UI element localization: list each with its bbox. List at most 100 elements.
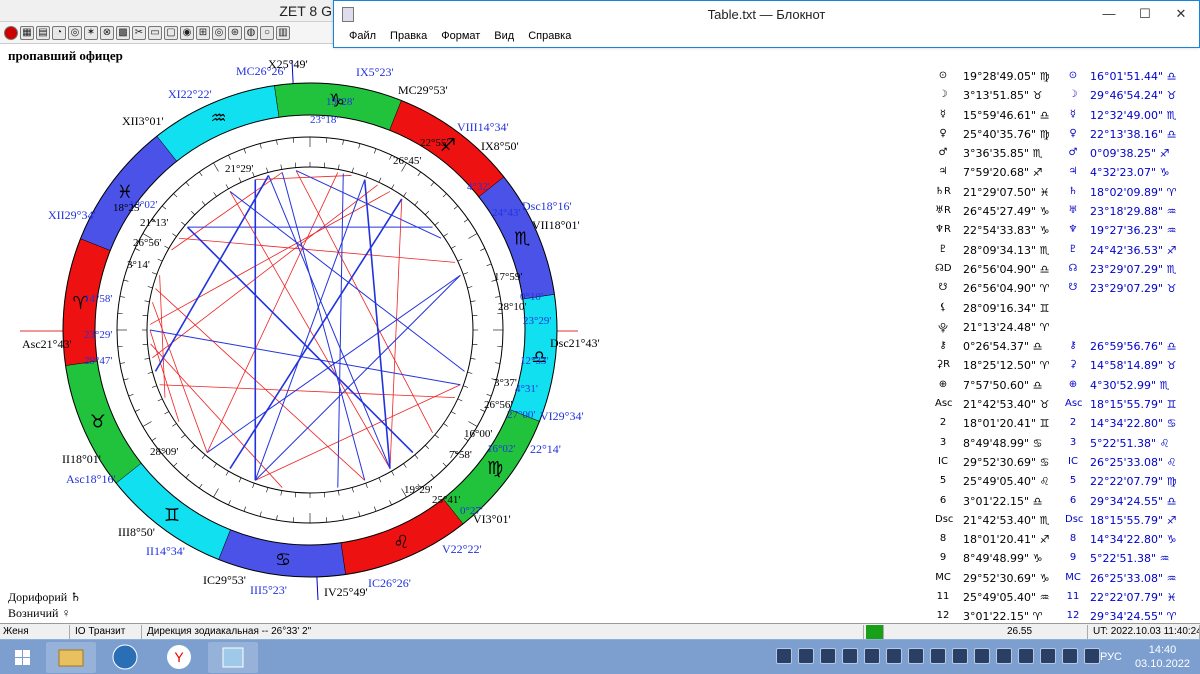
keyboard-icon[interactable] [776, 648, 792, 664]
transit-glyph: ♆ [1068, 224, 1078, 236]
transit-glyph: ☿ [1069, 108, 1077, 120]
book-icon[interactable]: ▥ [276, 25, 290, 40]
spiral-icon[interactable]: ◍ [244, 25, 258, 40]
natal-glyph: 12 [936, 610, 950, 622]
planet-label: 28°09' [150, 446, 178, 458]
transit-glyph: ⊕ [1068, 378, 1078, 390]
status-name: Женя [0, 625, 70, 639]
wheel-icon[interactable]: ⊛ [228, 25, 242, 40]
table-row: ⊙ 19°28'49.05" ♍ ⊙ 16°01'51.44" ♎ [935, 70, 1200, 89]
yandex-button[interactable]: Y [154, 642, 204, 673]
natal-position: 25°49'05.40" ♒ [963, 591, 1050, 605]
tray-app-icon[interactable] [820, 648, 836, 664]
minimize-button[interactable]: — [1091, 1, 1127, 29]
menu-format[interactable]: Формат [434, 30, 487, 42]
planet-label: 19°28' [326, 96, 354, 108]
notepad-taskbar-button[interactable] [208, 642, 258, 673]
natal-glyph: ⊙ [938, 70, 948, 81]
horoscope-wheel[interactable]: ♈♉♊♋♌♍♎♏♐♑♒♓ MC26°26'X25°49'IX5°23'MC29°… [0, 44, 620, 624]
natal-position: 21°13'24.48" ♈ [963, 320, 1050, 334]
planet-label: 21°13' [140, 217, 168, 229]
transit-position: 5°22'51.38" ♌ [1090, 436, 1170, 450]
table-row: ⚷ 0°26'54.37" ♎ ⚷ 26°59'56.76" ♎ [935, 340, 1200, 359]
cross-icon[interactable]: ⊞ [196, 25, 210, 40]
table-row: ⚳R 18°25'12.50" ♈ ⚳ 14°58'14.89" ♉ [935, 359, 1200, 378]
tray-app-icon[interactable] [996, 648, 1012, 664]
house-cusp-label: IC29°53' [203, 573, 246, 587]
exit-icon[interactable] [4, 25, 18, 40]
transit-glyph: ♀ [1069, 127, 1077, 139]
transit-glyph: ☊ [1068, 262, 1078, 274]
grid-icon[interactable]: ▩ [116, 25, 130, 40]
tray-app-icon[interactable] [1018, 648, 1034, 664]
network-icon[interactable] [1062, 648, 1078, 664]
planet-label: 26°45' [393, 155, 421, 167]
transit-position: 23°29'07.29" ♉ [1090, 282, 1177, 296]
natal-glyph: ☊D [935, 262, 952, 274]
transit-position: 14°34'22.80" ♑ [1090, 533, 1177, 547]
planet-label: 28°10' [498, 301, 526, 313]
volume-icon[interactable] [1084, 648, 1100, 664]
notepad-window[interactable]: Table.txt — Блокнот — ☐ ✕ Файл Правка Фо… [333, 0, 1200, 48]
table-icon[interactable]: ▦ [20, 25, 34, 40]
planet-label: 12°33' [520, 355, 548, 367]
tray-app-icon[interactable] [952, 648, 968, 664]
cards-icon[interactable]: ▢ [164, 25, 178, 40]
transit-glyph: MC [1065, 571, 1081, 583]
tray-app-icon[interactable] [864, 648, 880, 664]
house-cusp-label: III5°23' [250, 583, 287, 597]
start-button[interactable] [4, 642, 42, 673]
close-button[interactable]: ✕ [1163, 1, 1199, 29]
house-cusp-label: X25°49' [268, 57, 308, 71]
table-row: ☋ 26°56'04.90" ♈ ☋ 23°29'07.29" ♉ [935, 282, 1200, 301]
natal-position: 7°57'50.60" ♎ [963, 378, 1043, 392]
house-cusp-label: Asc21°43' [22, 337, 72, 351]
table-row: ♃ 7°59'20.68" ♐ ♃ 4°32'23.07" ♑ [935, 166, 1200, 185]
clock[interactable]: 14:40 03.10.2022 [1135, 643, 1190, 671]
tray-app-icon[interactable] [930, 648, 946, 664]
house-cusp-label: MC29°53' [398, 83, 448, 97]
language-indicator[interactable]: РУС [1100, 651, 1122, 663]
menu-help[interactable]: Справка [521, 30, 578, 42]
status-direction: Дирекция зодиакальная -- 26°33' 2" [144, 625, 864, 639]
natal-glyph: ☽ [938, 89, 948, 101]
table-row: ♇ 28°09'34.13" ♏ ♇ 24°42'36.53" ♐ [935, 244, 1200, 263]
sign-glyph: ♊ [164, 505, 180, 526]
target-icon[interactable]: ◎ [212, 25, 226, 40]
flag-icon[interactable] [1040, 648, 1056, 664]
window-icon[interactable]: ▭ [148, 25, 162, 40]
eye-icon[interactable]: ◉ [180, 25, 194, 40]
planet-label: 17°59' [494, 271, 522, 283]
tray-app-icon[interactable] [842, 648, 858, 664]
table-row: Asc 21°42'53.40" ♉ Asc 18°15'55.79" ♊ [935, 398, 1200, 417]
zet-app-icon [112, 644, 138, 670]
natal-position: 21°42'53.40" ♉ [963, 398, 1050, 412]
aspects-icon[interactable]: ✶ [84, 25, 98, 40]
system-tray [776, 648, 1100, 664]
tray-app-icon[interactable] [974, 648, 990, 664]
zet-taskbar-button[interactable] [100, 642, 150, 673]
notepad-titlebar[interactable]: Table.txt — Блокнот — ☐ ✕ [334, 1, 1199, 29]
planet-label: 23°29' [523, 315, 551, 327]
house-cusp-label: III8°50' [118, 525, 155, 539]
sign-glyph: ♋ [275, 549, 291, 570]
natal-glyph: ♂ [938, 147, 948, 159]
menu-edit[interactable]: Правка [383, 30, 434, 42]
dial-icon[interactable]: ⊗ [100, 25, 114, 40]
chart-icon[interactable]: ◎ [68, 25, 82, 40]
zet-titlebar[interactable]: ZET 8 G [0, 0, 340, 22]
bluetooth-icon[interactable] [908, 648, 924, 664]
circle-icon[interactable]: ○ [260, 25, 274, 40]
globe-icon[interactable]: ◔ [52, 25, 66, 40]
maximize-button[interactable]: ☐ [1127, 1, 1163, 29]
table-row: ⯓ 21°13'24.48" ♈ [935, 321, 1200, 340]
tray-app-icon[interactable] [798, 648, 814, 664]
explorer-button[interactable] [46, 642, 96, 673]
tray-app-icon[interactable] [886, 648, 902, 664]
natal-glyph: ♆R [935, 224, 951, 236]
menu-file[interactable]: Файл [342, 30, 383, 42]
tools-icon[interactable]: ✂ [132, 25, 146, 40]
transit-position: 29°34'24.55" ♈ [1090, 610, 1177, 624]
open-icon[interactable]: ▤ [36, 25, 50, 40]
menu-view[interactable]: Вид [487, 30, 521, 42]
